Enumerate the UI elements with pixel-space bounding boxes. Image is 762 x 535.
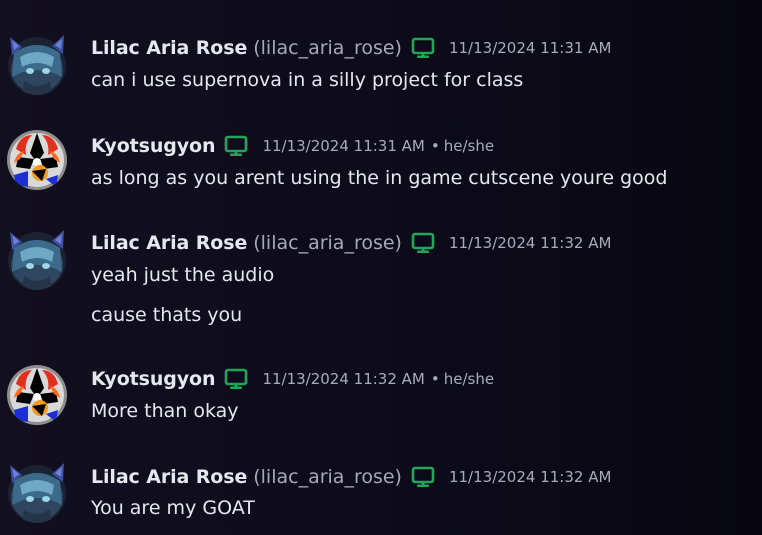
message-list: Lilac Aria Rose (lilac_aria_rose) 11/13/… [0, 0, 762, 535]
cat-eared-character-avatar-icon [6, 33, 68, 95]
desktop-monitor-icon [411, 36, 435, 60]
author-name[interactable]: Kyotsugyon [91, 135, 216, 157]
author-name[interactable]: Lilac Aria Rose [91, 37, 247, 59]
author-name[interactable]: Lilac Aria Rose [91, 466, 247, 488]
message-text: You are my GOAT [91, 497, 255, 519]
message-text: as long as you arent using the in game c… [91, 167, 668, 189]
avatar[interactable] [6, 364, 68, 426]
author-name[interactable]: Kyotsugyon [91, 368, 216, 390]
pronouns-label: he/she [443, 370, 495, 388]
pronoun-separator: • [430, 370, 440, 388]
flame-emblem-avatar-icon [6, 129, 68, 191]
message-text: yeah just the audio [91, 264, 275, 286]
message-timestamp[interactable]: 11/13/2024 11:31 AM [262, 137, 424, 155]
desktop-monitor-icon [224, 134, 248, 158]
message-timestamp[interactable]: 11/13/2024 11:32 AM [262, 370, 424, 388]
message-text: can i use supernova in a silly project f… [91, 69, 524, 91]
message-timestamp[interactable]: 11/13/2024 11:31 AM [449, 39, 611, 57]
message-header: Lilac Aria Rose (lilac_aria_rose) 11/13/… [91, 465, 611, 489]
avatar[interactable] [6, 228, 68, 290]
desktop-monitor-icon [224, 367, 248, 391]
cat-eared-character-avatar-icon [6, 228, 68, 290]
cat-eared-character-avatar-icon [6, 461, 68, 523]
author-handle: (lilac_aria_rose) [253, 466, 402, 488]
author-handle: (lilac_aria_rose) [253, 232, 402, 254]
desktop-monitor-icon [411, 231, 435, 255]
message-header: Lilac Aria Rose (lilac_aria_rose) 11/13/… [91, 231, 611, 255]
avatar[interactable] [6, 461, 68, 523]
message-header: Lilac Aria Rose (lilac_aria_rose) 11/13/… [91, 36, 611, 60]
message-timestamp[interactable]: 11/13/2024 11:32 AM [449, 468, 611, 486]
pronouns-label: he/she [443, 137, 495, 155]
message-header: Kyotsugyon 11/13/2024 11:31 AM • he/she [91, 134, 494, 158]
avatar[interactable] [6, 129, 68, 191]
desktop-monitor-icon [411, 465, 435, 489]
message-header: Kyotsugyon 11/13/2024 11:32 AM • he/she [91, 367, 494, 391]
flame-emblem-avatar-icon [6, 364, 68, 426]
avatar[interactable] [6, 33, 68, 95]
author-name[interactable]: Lilac Aria Rose [91, 232, 247, 254]
message-text: cause thats you [91, 304, 243, 326]
message-text: More than okay [91, 400, 239, 422]
message-timestamp[interactable]: 11/13/2024 11:32 AM [449, 234, 611, 252]
pronoun-separator: • [430, 137, 440, 155]
author-handle: (lilac_aria_rose) [253, 37, 402, 59]
